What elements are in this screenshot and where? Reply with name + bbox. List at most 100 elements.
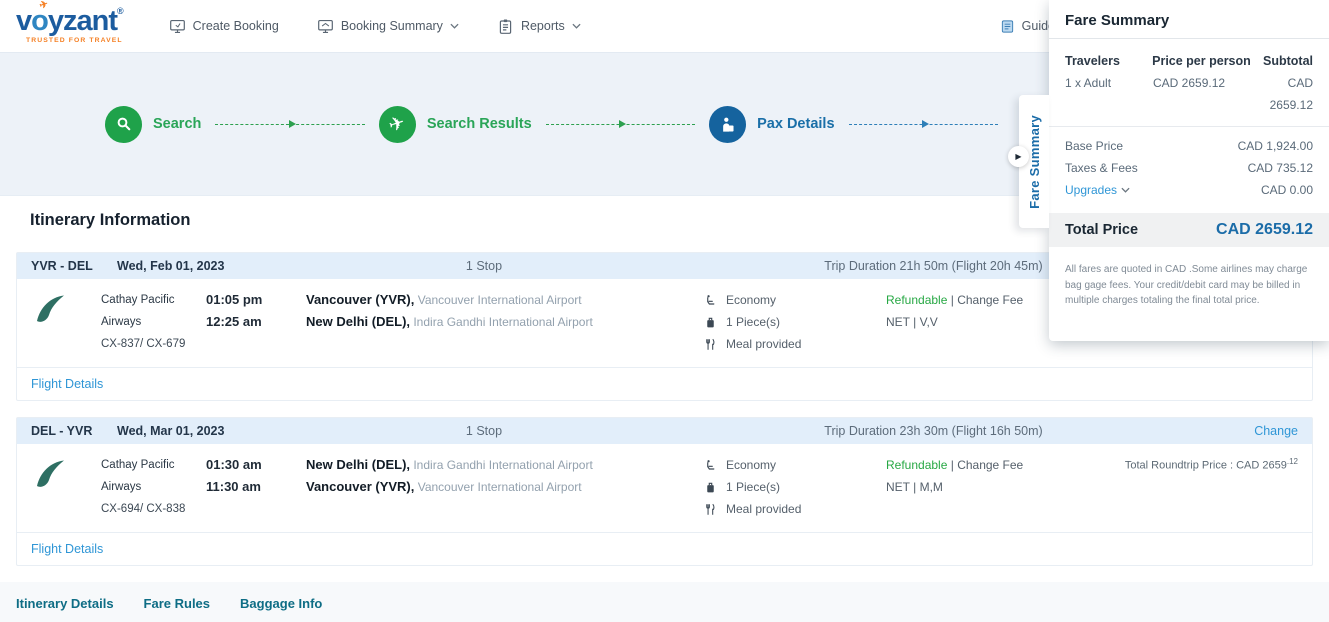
flight-times: 01:05 pm 12:25 am [206, 289, 306, 355]
segment-stops: 1 Stop [329, 424, 639, 438]
panel-collapse-arrow-icon[interactable]: ▶ [1008, 146, 1029, 167]
refund-policy: Refundable | Change Fee [886, 454, 1098, 476]
reports-icon [497, 18, 514, 35]
table-header-row: Travelers Price per person Subtotal [1065, 50, 1313, 72]
search-icon [105, 106, 142, 143]
step-search[interactable]: Search [105, 106, 201, 143]
registered-mark: ® [117, 6, 123, 16]
flight-details-link[interactable]: Flight Details [31, 377, 103, 391]
segment-date: Wed, Feb 01, 2023 [117, 259, 329, 273]
fare-conditions: Refundable | Change Fee NET | M,M [886, 454, 1098, 520]
tab-baggage-info[interactable]: Baggage Info [240, 596, 322, 622]
flight-details-link[interactable]: Flight Details [31, 542, 103, 556]
seat-icon [704, 294, 717, 307]
segment-body: Cathay Pacific Airways CX-694/ CX-838 01… [17, 444, 1312, 532]
nav-create-booking[interactable]: Create Booking [169, 18, 279, 35]
baggage-allowance: 1 Piece(s) [704, 476, 886, 498]
airline-logo [31, 454, 101, 520]
step-label: Search [153, 116, 201, 132]
destination-airport: New Delhi (DEL), Indira Gandhi Internati… [306, 311, 704, 333]
main-nav: Create Booking Booking Summary Reports [169, 18, 581, 35]
plane-icon: ✈ [379, 106, 416, 143]
brand-text: ✈voyzant® [16, 7, 123, 36]
fare-disclaimer: All fares are quoted in CAD .Some airlin… [1049, 247, 1329, 309]
taxes-fees-row: Taxes & Fees CAD 735.12 [1065, 157, 1313, 179]
upgrades-link[interactable]: Upgrades [1065, 179, 1130, 201]
flight-segment-return: DEL - YVR Wed, Mar 01, 2023 1 Stop Trip … [16, 417, 1313, 566]
airline-name: Cathay Pacific Airways [101, 289, 206, 333]
destination-airport: Vancouver (YVR), Vancouver International… [306, 476, 704, 498]
segment-header: DEL - YVR Wed, Mar 01, 2023 1 Stop Trip … [17, 418, 1312, 444]
flight-numbers: CX-837/ CX-679 [101, 333, 206, 355]
booking-summary-icon [317, 18, 334, 35]
segment-footer: Flight Details [17, 367, 1312, 400]
flight-airports: New Delhi (DEL), Indira Gandhi Internati… [306, 454, 704, 520]
passenger-icon [709, 106, 746, 143]
table-row: 1 x Adult CAD 2659.12 CAD 2659.12 [1065, 72, 1313, 116]
baggage-allowance: 1 Piece(s) [704, 311, 886, 333]
stepper-connector [546, 124, 695, 125]
upgrades-row: Upgrades CAD 0.00 [1065, 179, 1313, 201]
price-breakdown: Base Price CAD 1,924.00 Taxes & Fees CAD… [1049, 126, 1329, 205]
baggage-icon [704, 316, 717, 329]
cathay-pacific-logo-icon [31, 456, 67, 492]
departure-time: 01:05 pm [206, 289, 306, 311]
travelers-table: Travelers Price per person Subtotal 1 x … [1049, 39, 1329, 126]
tab-itinerary-details[interactable]: Itinerary Details [16, 596, 114, 622]
meal-service: Meal provided [704, 498, 886, 520]
nav-label: Reports [521, 19, 565, 33]
origin-airport: New Delhi (DEL), Indira Gandhi Internati… [306, 454, 704, 476]
flight-times: 01:30 am 11:30 am [206, 454, 306, 520]
tab-fare-rules[interactable]: Fare Rules [144, 596, 210, 622]
meal-service: Meal provided [704, 333, 886, 355]
amenities: Economy 1 Piece(s) Meal provided [704, 289, 886, 355]
arrival-time: 11:30 am [206, 476, 306, 498]
segment-change-link[interactable]: Change [1228, 424, 1298, 438]
airline-info: Cathay Pacific Airways CX-837/ CX-679 [101, 289, 206, 355]
segment-duration: Trip Duration 23h 30m (Flight 16h 50m) [639, 424, 1228, 438]
stepper-connector [215, 124, 364, 125]
brand-tagline: TRUSTED FOR TRAVEL [16, 38, 123, 45]
segment-date: Wed, Mar 01, 2023 [117, 424, 329, 438]
amenities: Economy 1 Piece(s) Meal provided [704, 454, 886, 520]
segment-route: DEL - YVR [31, 424, 117, 438]
total-price-value: CAD 2659.12 [1216, 221, 1313, 239]
chevron-down-icon [572, 23, 581, 29]
departure-time: 01:30 am [206, 454, 306, 476]
chevron-down-icon [1121, 187, 1130, 193]
fare-summary-tab-label: Fare Summary [1027, 115, 1042, 209]
arrival-time: 12:25 am [206, 311, 306, 333]
fare-basis-codes: NET | M,M [886, 476, 1098, 498]
origin-airport: Vancouver (YVR), Vancouver International… [306, 289, 704, 311]
nav-label: Create Booking [193, 19, 279, 33]
meal-icon [704, 338, 717, 351]
brand-rest: yzant [48, 5, 117, 37]
seat-icon [704, 459, 717, 472]
segment-route: YVR - DEL [31, 259, 117, 273]
nav-booking-summary[interactable]: Booking Summary [317, 18, 459, 35]
voyzant-logo[interactable]: ✈voyzant® TRUSTED FOR TRAVEL [16, 7, 123, 45]
step-label: Search Results [427, 116, 532, 132]
step-pax-details[interactable]: Pax Details [709, 106, 834, 143]
fare-summary-panel: Fare Summary ▶ Fare Summary Travelers Pr… [1049, 0, 1329, 341]
cathay-pacific-logo-icon [31, 291, 67, 327]
cabin-class: Economy [704, 289, 886, 311]
nav-guide[interactable]: Guide [1000, 19, 1055, 34]
flight-numbers: CX-694/ CX-838 [101, 498, 206, 520]
step-search-results[interactable]: ✈ Search Results [379, 106, 532, 143]
baggage-icon [704, 481, 717, 494]
nav-label: Booking Summary [341, 19, 443, 33]
base-price-row: Base Price CAD 1,924.00 [1065, 135, 1313, 157]
airline-info: Cathay Pacific Airways CX-694/ CX-838 [101, 454, 206, 520]
flight-airports: Vancouver (YVR), Vancouver International… [306, 289, 704, 355]
bottom-tabs: Itinerary Details Fare Rules Baggage Inf… [0, 582, 1329, 622]
cabin-class: Economy [704, 454, 886, 476]
meal-icon [704, 503, 717, 516]
airline-name: Cathay Pacific Airways [101, 454, 206, 498]
nav-reports[interactable]: Reports [497, 18, 581, 35]
roundtrip-price-note: Total Roundtrip Price : CAD 2659.12 [1098, 454, 1298, 520]
step-label: Pax Details [757, 116, 834, 132]
total-price-row: Total Price CAD 2659.12 [1049, 213, 1329, 247]
airline-logo [31, 289, 101, 355]
segment-stops: 1 Stop [329, 259, 639, 273]
